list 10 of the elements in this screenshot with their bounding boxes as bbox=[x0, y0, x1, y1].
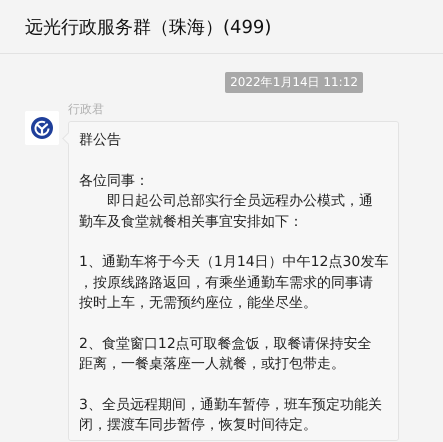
sender-name: 行政君 bbox=[68, 101, 105, 117]
message-paragraph: 1、通勤车将于今天（1月14日）中午12点30发车 ，按原线路路返回，有乘坐通勤车需求的同事请 按时上车，无需预约座位，能坐尽坐。 bbox=[79, 253, 388, 313]
message-paragraph: 2、食堂窗口12点可取餐盒饭，取餐请保持安全 距离，一餐桌落座一人就餐，或打包带走。 bbox=[79, 334, 372, 374]
avatar[interactable] bbox=[25, 111, 59, 145]
timestamp: 2022年1月14日 11:12 bbox=[225, 72, 363, 93]
message-paragraph: 3、全员远程期间，通勤车暂停，班车预定功能关 闭，摆渡车同步暂停，恢复时间待定。 bbox=[79, 396, 382, 435]
message-paragraph: 各位同事： 即日起公司总部实行全员远程办公模式，通 勤车及食堂就餐相关事宜安排如下： bbox=[79, 172, 373, 232]
chat-title: 远光行政服务群（珠海）(499) bbox=[25, 16, 272, 38]
logo-icon bbox=[30, 116, 54, 140]
message-paragraph: 群公告 bbox=[79, 131, 121, 150]
